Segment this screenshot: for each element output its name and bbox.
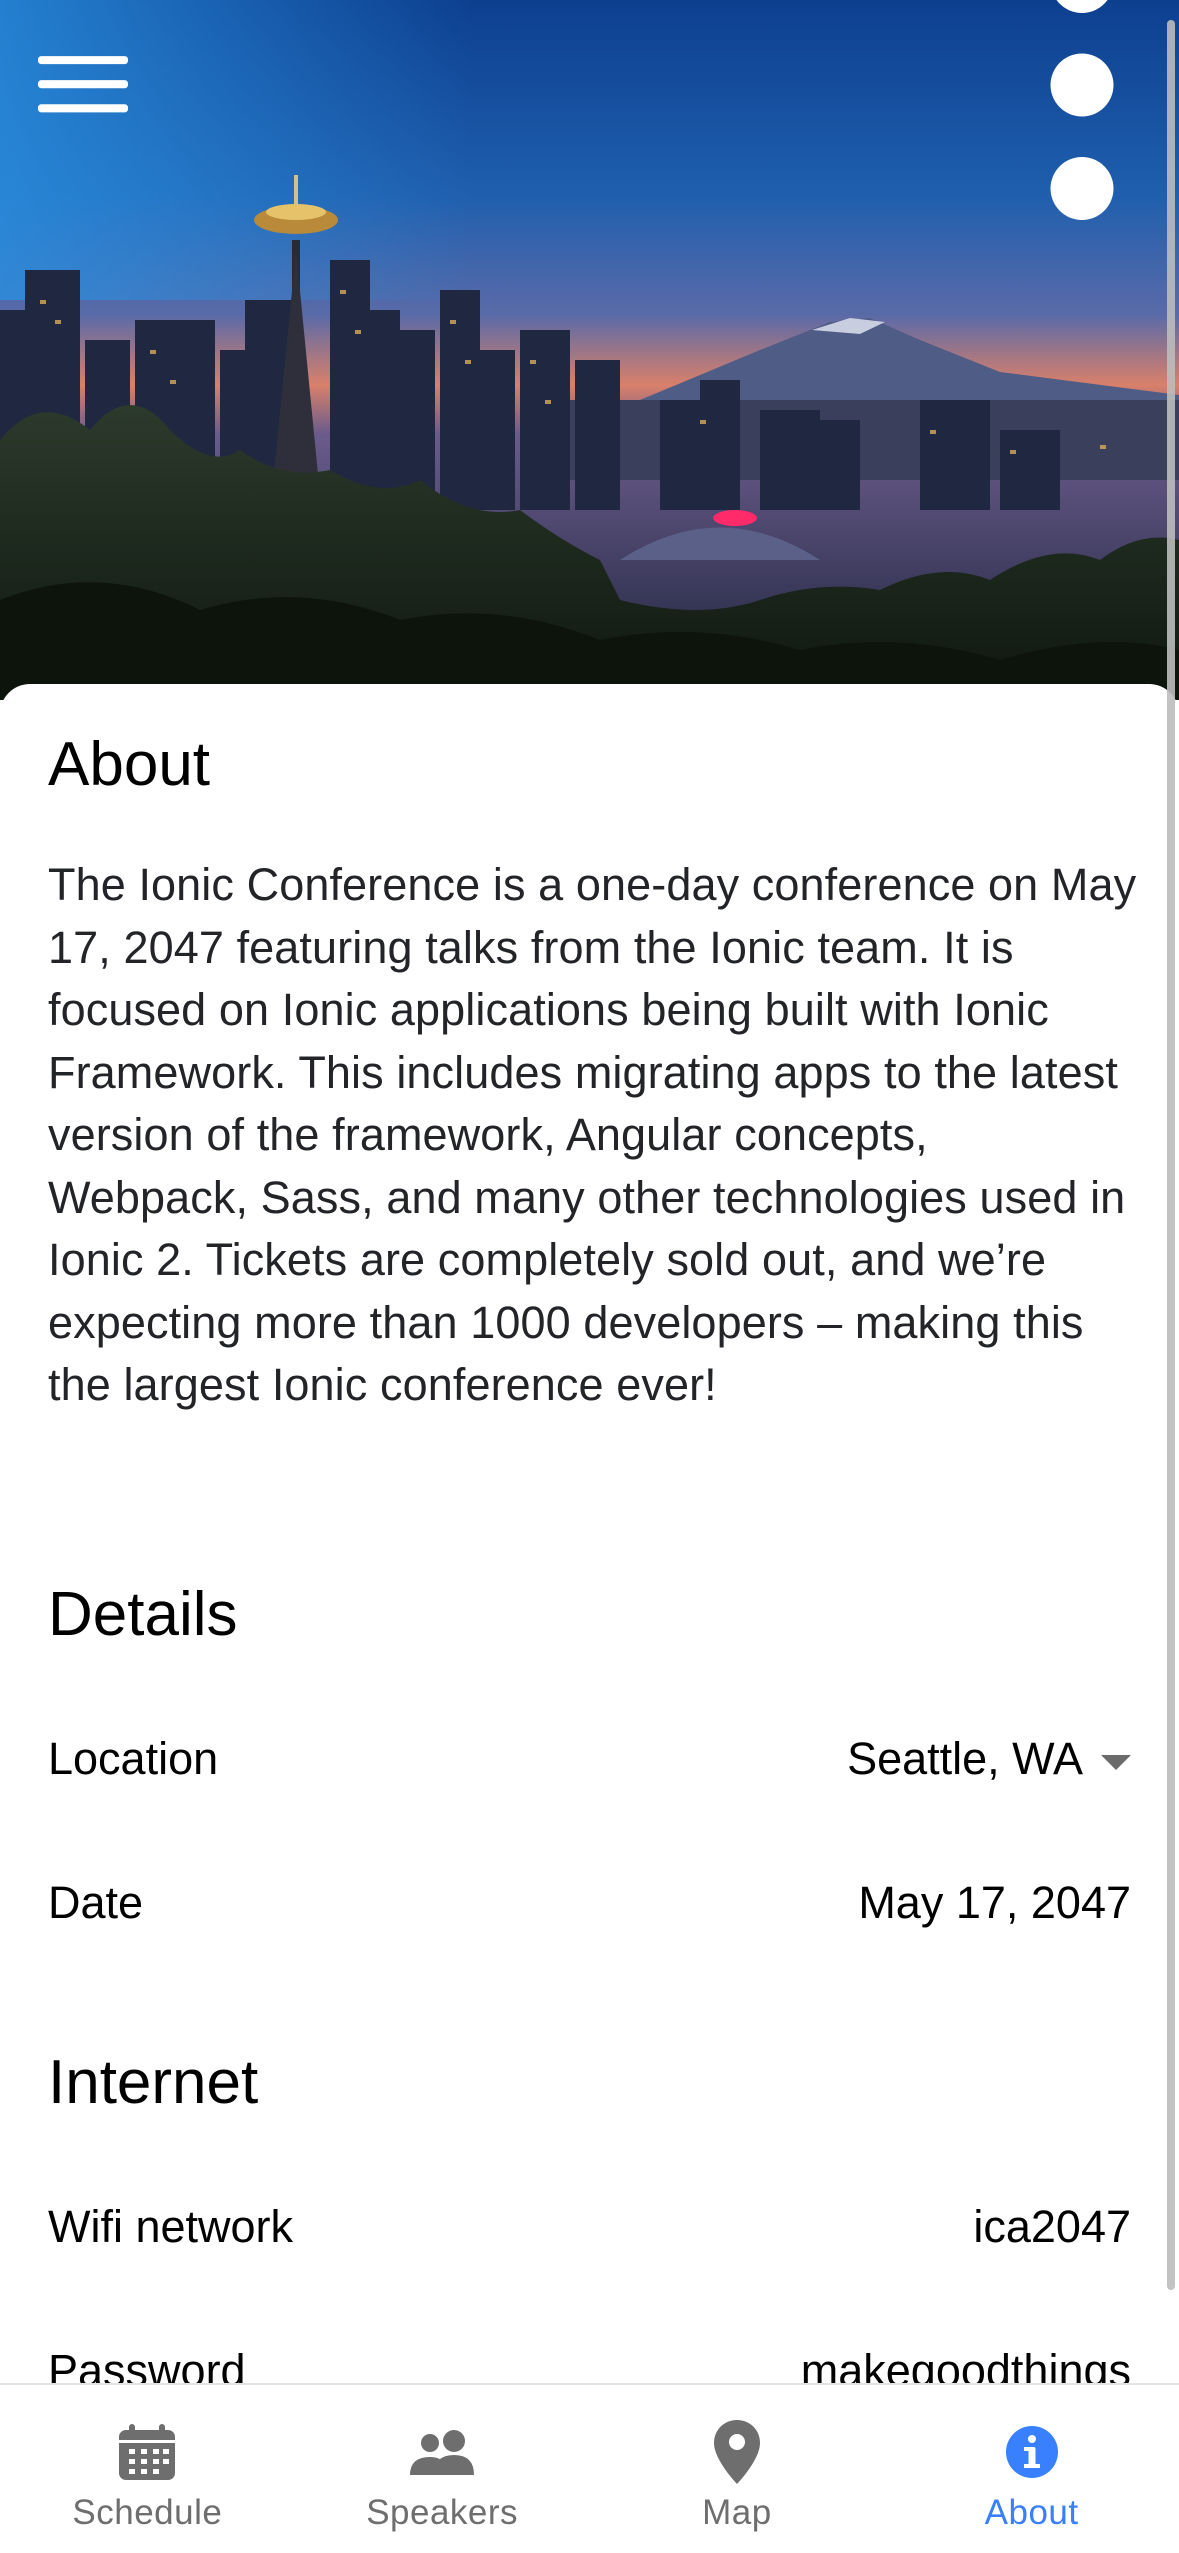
date-value[interactable]: May 17, 2047 [858,1877,1131,1929]
location-row: Location Seattle, WA [48,1714,1131,1804]
calendar-icon [114,2419,180,2485]
tab-schedule[interactable]: Schedule [0,2385,295,2553]
wifi-row: Wifi network ica2047 [48,2182,1131,2272]
more-vertical-icon [1050,0,1114,220]
wifi-label: Wifi network [48,2201,294,2252]
tab-about[interactable]: About [884,2385,1179,2553]
location-label: Location [48,1733,219,1784]
info-icon [999,2419,1065,2485]
about-heading: About [48,730,211,799]
menu-icon [38,56,128,113]
date-row[interactable]: Date May 17, 2047 [48,1858,1131,1948]
internet-heading: Internet [48,2048,259,2117]
content-sheet: About The Ionic Conference is a one-day … [0,684,1179,2396]
people-icon [409,2419,475,2485]
about-description: The Ionic Conference is a one-day confer… [48,859,1137,1410]
date-label: Date [48,1877,144,1928]
seattle-skyline-image [0,0,1179,700]
location-pin-icon [704,2419,770,2485]
tab-about-label: About [984,2493,1079,2532]
bottom-tab-bar: Schedule Speakers Map About [0,2383,1179,2553]
location-select[interactable]: Seattle, WA [847,1733,1131,1785]
tab-speakers[interactable]: Speakers [295,2385,590,2553]
tab-speakers-label: Speakers [366,2493,519,2532]
details-heading: Details [48,1580,238,1649]
wifi-value: ica2047 [973,2201,1131,2252]
hero-image [0,0,1179,700]
tab-map-label: Map [702,2493,772,2532]
tab-schedule-label: Schedule [72,2493,223,2532]
more-options-button[interactable] [1037,0,1127,220]
tab-map[interactable]: Map [590,2385,885,2553]
caret-down-icon [1101,1754,1131,1770]
menu-button[interactable] [38,40,128,130]
scrollbar[interactable] [1167,20,1175,2290]
location-value: Seattle, WA [847,1733,1083,1784]
